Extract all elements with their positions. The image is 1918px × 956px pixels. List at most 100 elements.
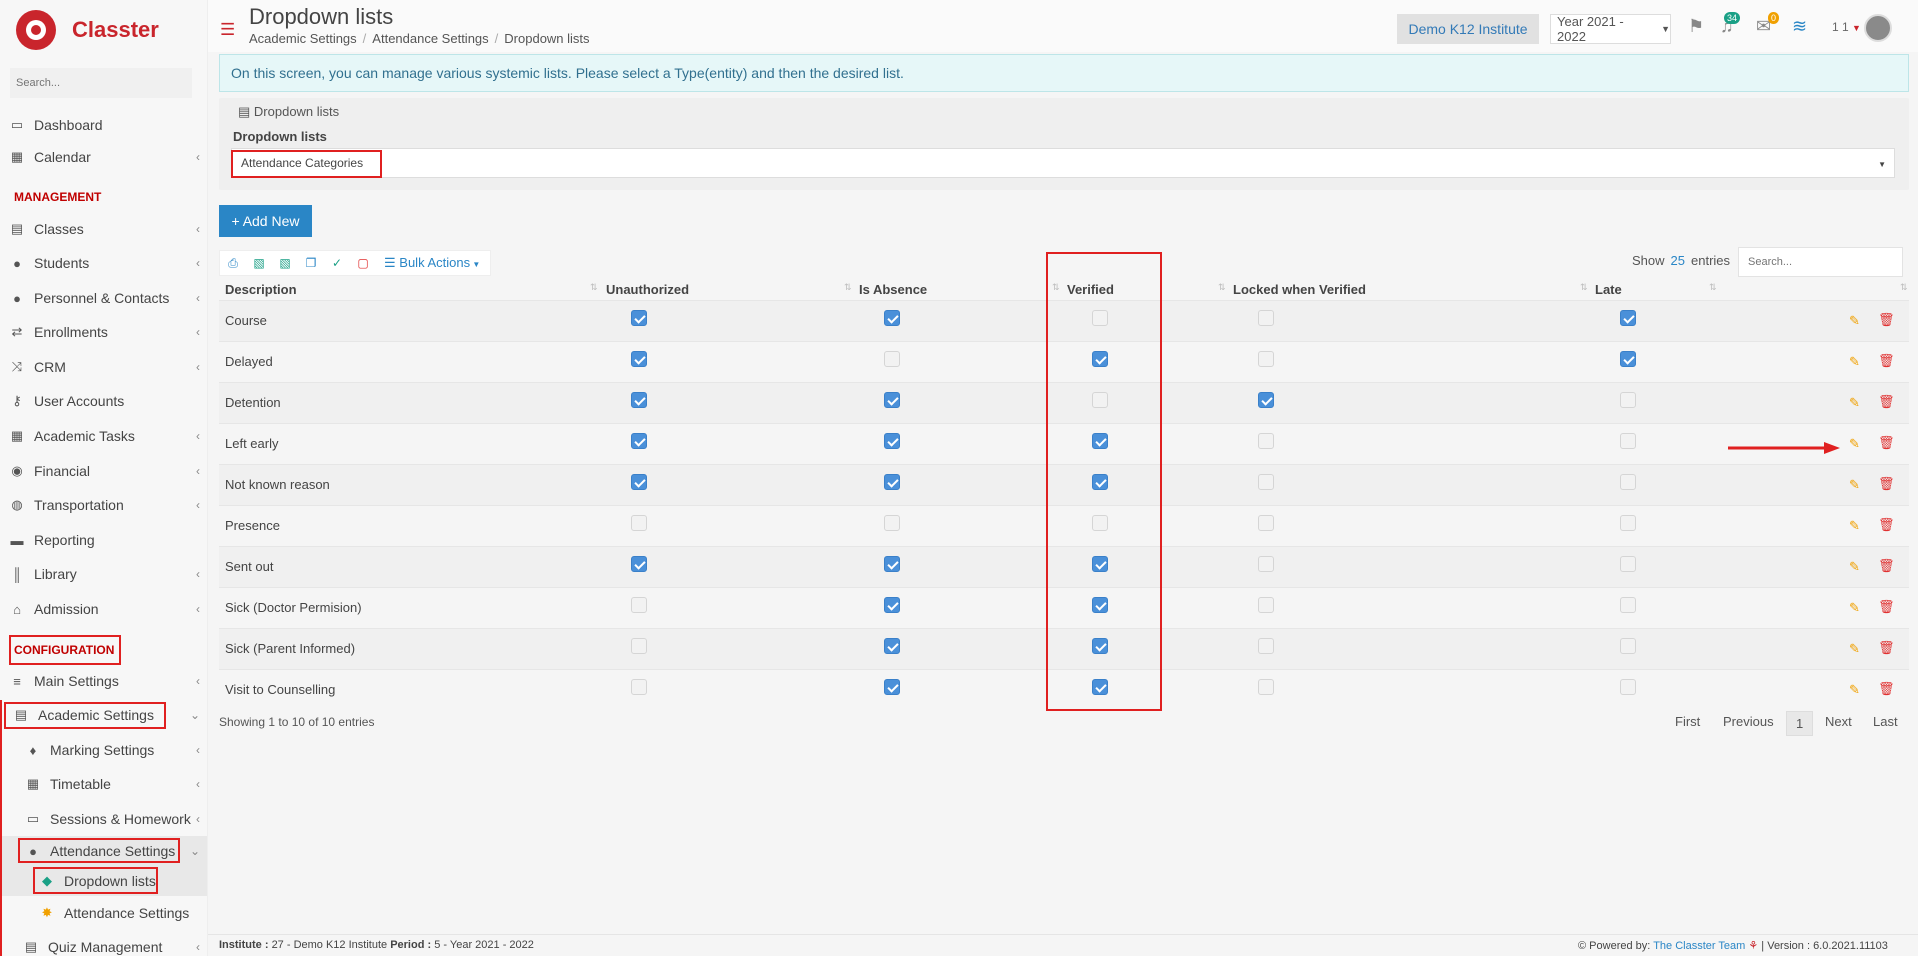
edit-pencil-icon[interactable]: ✎	[1849, 641, 1860, 657]
is-absence-checkbox[interactable]	[884, 597, 900, 613]
sort-icon[interactable]: ⇅	[1709, 282, 1717, 293]
delete-trash-icon[interactable]: 🗑	[1878, 312, 1895, 328]
late-checkbox[interactable]	[1620, 351, 1636, 367]
delete-trash-icon[interactable]: 🗑	[1878, 640, 1895, 656]
pagination-first[interactable]: First	[1675, 714, 1700, 729]
pagination-previous[interactable]: Previous	[1723, 714, 1774, 729]
sidebar-item-transportation[interactable]: ◍ Transportation ‹	[0, 490, 207, 520]
late-checkbox[interactable]	[1620, 556, 1636, 572]
locked-when-verified-checkbox[interactable]	[1258, 474, 1274, 490]
locked-when-verified-checkbox[interactable]	[1258, 679, 1274, 695]
unauthorized-checkbox[interactable]	[631, 392, 647, 408]
late-checkbox[interactable]	[1620, 474, 1636, 490]
is-absence-checkbox[interactable]	[884, 474, 900, 490]
sidebar-item-admission[interactable]: ⌂ Admission ‹	[0, 594, 207, 624]
sort-icon[interactable]: ⇅	[1218, 282, 1226, 293]
sort-icon[interactable]: ⇅	[590, 282, 598, 293]
classter-team-link[interactable]: The Classter Team	[1653, 940, 1745, 952]
pagination-next[interactable]: Next	[1825, 714, 1852, 729]
edit-pencil-icon[interactable]: ✎	[1849, 600, 1860, 616]
sidebar-item-sessions-homework[interactable]: ▭ Sessions & Homework ‹	[0, 804, 207, 834]
locked-when-verified-checkbox[interactable]	[1258, 638, 1274, 654]
sidebar-item-reporting[interactable]: ▬ Reporting	[0, 525, 207, 555]
delete-trash-icon[interactable]: 🗑	[1878, 435, 1895, 451]
unauthorized-checkbox[interactable]	[631, 597, 647, 613]
edit-pencil-icon[interactable]: ✎	[1849, 559, 1860, 575]
pagination-current[interactable]: 1	[1786, 711, 1814, 736]
is-absence-checkbox[interactable]	[884, 556, 900, 572]
sidebar-item-financial[interactable]: ◉ Financial ‹	[0, 456, 207, 486]
year-select[interactable]: Year 2021 - 2022 ▼	[1550, 14, 1671, 44]
late-checkbox[interactable]	[1620, 310, 1636, 326]
sidebar-item-library[interactable]: ║ Library ‹	[0, 559, 207, 589]
institute-button[interactable]: Demo K12 Institute	[1397, 14, 1539, 44]
user-menu[interactable]: 1 1 ▼	[1832, 20, 1861, 34]
sidebar-item-timetable[interactable]: ▦ Timetable ‹	[0, 769, 207, 799]
col-unauthorized[interactable]: Unauthorized	[606, 282, 689, 297]
delete-trash-icon[interactable]: 🗑	[1878, 353, 1895, 369]
print-icon[interactable]: ⎙	[220, 256, 246, 271]
sidebar-item-dashboard[interactable]: ▭ Dashboard	[0, 110, 207, 140]
locked-when-verified-checkbox[interactable]	[1258, 392, 1274, 408]
delete-trash-icon[interactable]: 🗑	[1878, 394, 1895, 410]
late-checkbox[interactable]	[1620, 392, 1636, 408]
csv-icon[interactable]: ▧	[272, 256, 298, 270]
delete-trash-icon[interactable]: 🗑	[1878, 599, 1895, 615]
edit-pencil-icon[interactable]: ✎	[1849, 518, 1860, 534]
unauthorized-checkbox[interactable]	[631, 433, 647, 449]
delete-trash-icon[interactable]: 🗑	[1878, 558, 1895, 574]
delete-trash-icon[interactable]: 🗑	[1878, 681, 1895, 697]
edit-pencil-icon[interactable]: ✎	[1849, 477, 1860, 493]
delete-trash-icon[interactable]: 🗑	[1878, 517, 1895, 533]
sidebar-item-attendance-settings-sub[interactable]: ✸ Attendance Settings	[0, 898, 207, 928]
add-new-button[interactable]: + Add New	[219, 205, 312, 237]
pagination-last[interactable]: Last	[1873, 714, 1898, 729]
edit-pencil-icon[interactable]: ✎	[1849, 436, 1860, 452]
select-all-icon[interactable]: ✓	[324, 256, 350, 270]
logo[interactable]: Classter	[16, 8, 159, 52]
locked-when-verified-checkbox[interactable]	[1258, 515, 1274, 531]
sidebar-item-quiz-management[interactable]: ▤ Quiz Management ‹	[0, 932, 207, 956]
late-checkbox[interactable]	[1620, 679, 1636, 695]
unauthorized-checkbox[interactable]	[631, 556, 647, 572]
locked-when-verified-checkbox[interactable]	[1258, 433, 1274, 449]
is-absence-checkbox[interactable]	[884, 433, 900, 449]
layers-icon[interactable]: ≋	[1792, 16, 1807, 37]
unauthorized-checkbox[interactable]	[631, 515, 647, 531]
edit-pencil-icon[interactable]: ✎	[1849, 682, 1860, 698]
hamburger-menu-icon[interactable]: ☰	[220, 20, 235, 40]
late-checkbox[interactable]	[1620, 515, 1636, 531]
col-is-absence[interactable]: Is Absence	[859, 282, 927, 297]
unauthorized-checkbox[interactable]	[631, 351, 647, 367]
is-absence-checkbox[interactable]	[884, 351, 900, 367]
col-locked-when-verified[interactable]: Locked when Verified	[1233, 282, 1366, 297]
show-count-select[interactable]: 25	[1671, 253, 1685, 268]
late-checkbox[interactable]	[1620, 433, 1636, 449]
table-search-input[interactable]	[1738, 247, 1903, 277]
is-absence-checkbox[interactable]	[884, 310, 900, 326]
sidebar-item-classes[interactable]: ▤ Classes ‹	[0, 214, 207, 244]
locked-when-verified-checkbox[interactable]	[1258, 556, 1274, 572]
sidebar-item-enrollments[interactable]: ⇄ Enrollments ‹	[0, 317, 207, 347]
flag-icon[interactable]: ⚑	[1688, 16, 1704, 37]
dropdown-list-select[interactable]: Attendance Categories ▼	[231, 148, 1895, 178]
deselect-icon[interactable]: ▢	[350, 256, 376, 270]
locked-when-verified-checkbox[interactable]	[1258, 351, 1274, 367]
unauthorized-checkbox[interactable]	[631, 679, 647, 695]
delete-trash-icon[interactable]: 🗑	[1878, 476, 1895, 492]
is-absence-checkbox[interactable]	[884, 638, 900, 654]
excel-icon[interactable]: ▧	[246, 256, 272, 270]
locked-when-verified-checkbox[interactable]	[1258, 310, 1274, 326]
sort-icon[interactable]: ⇅	[1580, 282, 1588, 293]
edit-pencil-icon[interactable]: ✎	[1849, 313, 1860, 329]
bulk-actions-button[interactable]: ☰ Bulk Actions ▼	[384, 255, 480, 271]
edit-pencil-icon[interactable]: ✎	[1849, 395, 1860, 411]
sidebar-item-user-accounts[interactable]: ⚷ User Accounts	[0, 386, 207, 416]
sidebar-item-main-settings[interactable]: ≡ Main Settings ‹	[0, 666, 207, 696]
breadcrumb-item[interactable]: Academic Settings	[249, 31, 357, 46]
sidebar-item-academic-tasks[interactable]: ▦ Academic Tasks ‹	[0, 421, 207, 451]
is-absence-checkbox[interactable]	[884, 679, 900, 695]
sort-icon[interactable]: ⇅	[844, 282, 852, 293]
unauthorized-checkbox[interactable]	[631, 310, 647, 326]
late-checkbox[interactable]	[1620, 597, 1636, 613]
